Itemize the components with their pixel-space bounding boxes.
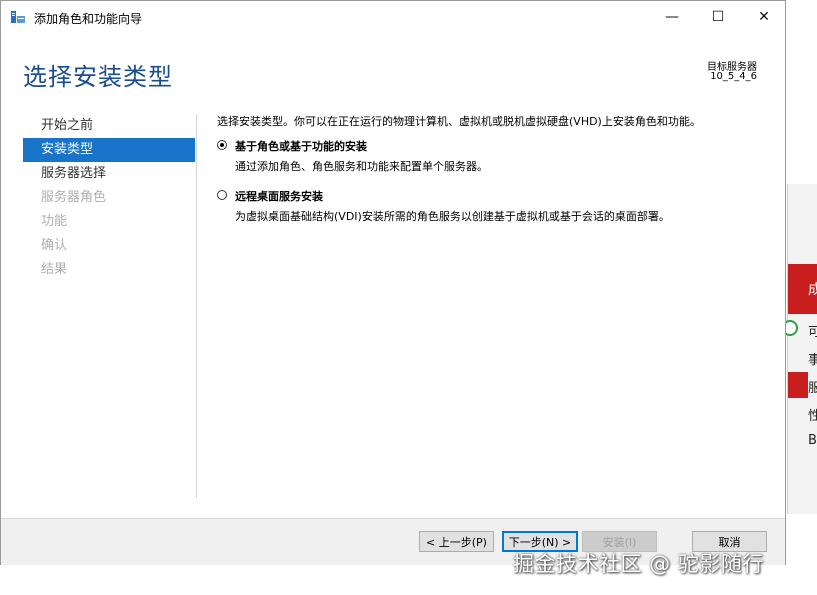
title-bar[interactable]: 添加角色和功能向导 — ☐ ✕	[1, 1, 785, 33]
nav-item-before-you-begin[interactable]: 开始之前	[23, 114, 195, 138]
content-area: 选择安装类型。你可以在正在运行的物理计算机、虚拟机或脱机虚拟硬盘(VHD)上安装…	[217, 113, 777, 224]
nav-item-confirmation: 确认	[41, 238, 68, 253]
close-icon: ✕	[758, 9, 770, 25]
wizard-nav: 开始之前 安装类型 服务器选择 服务器角色 功能 确认 结果	[23, 114, 195, 282]
page-title: 选择安装类型	[23, 63, 173, 91]
option-remote-desktop[interactable]: 远程桌面服务安装 为虚拟桌面基础结构(VDI)安装所需的角色服务以创建基于虚拟机…	[217, 188, 777, 224]
nav-item-features: 功能	[41, 214, 68, 229]
wizard-header: 选择安装类型 目标服务器 10_5_4_6	[1, 33, 785, 105]
nav-item-server-roles: 服务器角色	[41, 190, 107, 205]
background-header: 成	[788, 264, 817, 314]
server-manager-icon	[11, 11, 25, 23]
background-window: 成 可 事 服 性 B	[782, 184, 817, 514]
intro-text: 选择安装类型。你可以在正在运行的物理计算机、虚拟机或脱机虚拟硬盘(VHD)上安装…	[217, 115, 701, 128]
target-server-value: 10_5_4_6	[710, 71, 757, 82]
option-description: 为虚拟桌面基础结构(VDI)安装所需的角色服务以创建基于虚拟机或基于会话的桌面部…	[235, 210, 670, 223]
background-row: B	[808, 433, 817, 448]
background-row: 事	[808, 353, 817, 368]
minimize-icon: —	[665, 9, 679, 25]
background-header-text: 成	[808, 282, 817, 298]
maximize-icon: ☐	[711, 9, 725, 25]
nav-divider	[196, 114, 197, 498]
maximize-button[interactable]: ☐	[695, 1, 741, 33]
window-title: 添加角色和功能向导	[34, 12, 143, 26]
wizard-window: 添加角色和功能向导 — ☐ ✕ 选择安装类型 目标服务器 10_5_4_6 开始…	[0, 0, 786, 565]
previous-button[interactable]: < 上一步(P)	[419, 531, 494, 552]
background-row: 性	[808, 409, 817, 424]
minimize-button[interactable]: —	[649, 1, 695, 33]
close-button[interactable]: ✕	[741, 1, 787, 33]
watermark: 掘金技术社区 @ 驼影随行	[513, 552, 764, 576]
option-description: 通过添加角色、角色服务和功能来配置单个服务器。	[235, 160, 488, 173]
option-title[interactable]: 基于角色或基于功能的安装	[235, 138, 777, 154]
background-row: 服	[808, 381, 817, 396]
nav-item-results: 结果	[41, 262, 68, 277]
option-role-based[interactable]: 基于角色或基于功能的安装 通过添加角色、角色服务和功能来配置单个服务器。	[217, 138, 777, 174]
role-based-radio[interactable]	[217, 140, 227, 150]
option-title[interactable]: 远程桌面服务安装	[235, 188, 777, 204]
background-row: 可	[808, 325, 817, 340]
nav-item-server-selection[interactable]: 服务器选择	[23, 162, 195, 186]
background-red-bar	[788, 372, 808, 398]
remote-desktop-radio[interactable]	[217, 190, 227, 200]
nav-item-installation-type[interactable]: 安装类型	[23, 138, 195, 162]
